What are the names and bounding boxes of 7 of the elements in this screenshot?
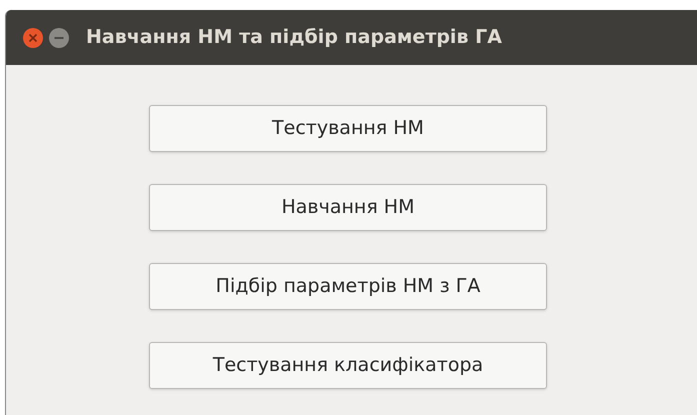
menu-button[interactable]: Навчання НМ (149, 184, 547, 231)
menu-button[interactable]: Підбір параметрів НМ з ГА (149, 263, 547, 310)
menu-button[interactable]: Тестування класифікатора (149, 342, 547, 389)
window-title: Навчання НМ та підбір параметрів ГА (86, 25, 502, 50)
close-icon[interactable] (22, 26, 44, 48)
menu-button[interactable]: Тестування НМ (149, 105, 547, 152)
minimize-icon[interactable] (48, 26, 70, 48)
